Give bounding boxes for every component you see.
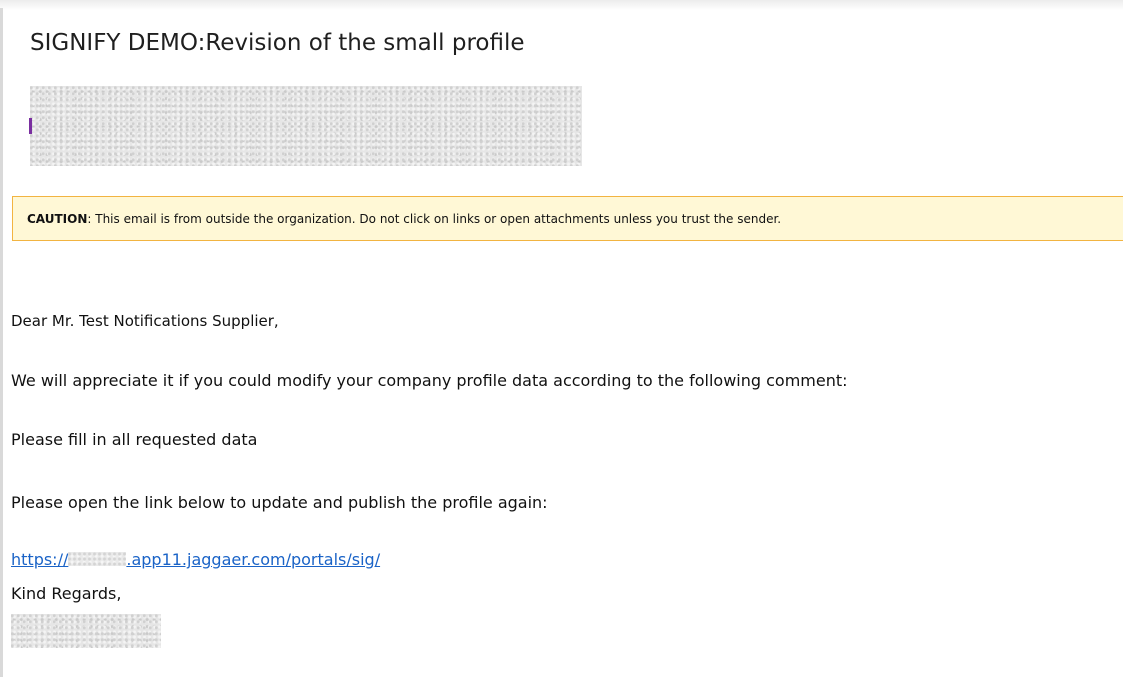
greeting-line: Dear Mr. Test Notifications Supplier, [11,312,279,330]
closing-line: Kind Regards, [11,584,122,603]
sender-info-redacted [30,86,582,166]
email-subject: SIGNIFY DEMO:Revision of the small profi… [30,30,525,56]
email-reading-pane: SIGNIFY DEMO:Revision of the small profi… [0,0,1123,677]
external-sender-caution-banner: CAUTION: This email is from outside the … [12,196,1123,241]
link-host-redacted [68,552,127,566]
link-suffix: .app11.jaggaer.com/portals/sig/ [126,550,381,569]
profile-portal-link[interactable]: https:// .app11.jaggaer.com/portals/sig/ [11,550,380,569]
caution-text: CAUTION: This email is from outside the … [27,212,781,226]
caution-label: CAUTION [27,212,88,226]
signature-redacted [11,614,161,648]
link-prefix: https:// [11,550,69,569]
comment-line: Please fill in all requested data [11,430,258,449]
pane-top-edge [0,0,1123,10]
instruction-line: Please open the link below to update and… [11,493,548,512]
sender-accent-mark [29,118,32,134]
caution-message: : This email is from outside the organiz… [87,212,782,226]
pane-left-border [0,8,3,677]
request-line: We will appreciate it if you could modif… [11,371,848,390]
